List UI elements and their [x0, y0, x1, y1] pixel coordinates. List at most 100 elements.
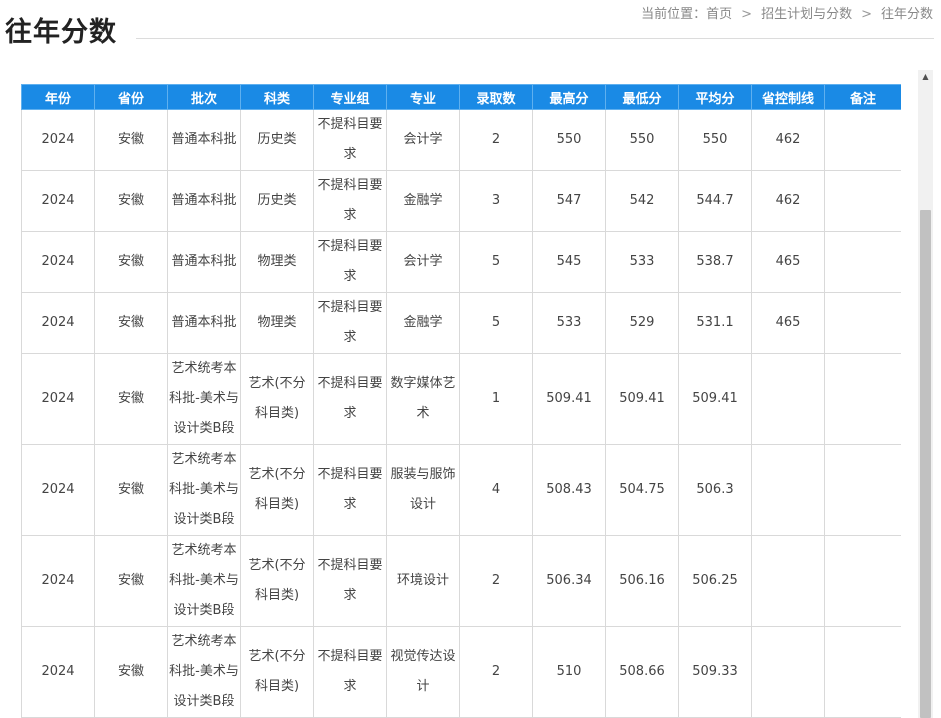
cell-remarks	[824, 444, 901, 536]
cell-min-score: 542	[605, 170, 679, 232]
cell-control-line: 462	[751, 170, 825, 232]
cell-avg-score: 506.3	[678, 444, 752, 536]
cell-major-group: 不提科目要求	[313, 109, 387, 171]
header-province: 省份	[94, 84, 168, 110]
cell-max-score: 509.41	[532, 353, 606, 445]
scrollbar-thumb[interactable]	[920, 210, 931, 718]
cell-major-group: 不提科目要求	[313, 353, 387, 445]
cell-province: 安徽	[94, 535, 168, 627]
cell-major-group: 不提科目要求	[313, 170, 387, 232]
cell-batch: 艺术统考本科批-美术与设计类B段	[167, 444, 241, 536]
cell-min-score: 550	[605, 109, 679, 171]
cell-avg-score: 550	[678, 109, 752, 171]
cell-remarks	[824, 170, 901, 232]
cell-category: 物理类	[240, 292, 314, 354]
breadcrumb-link-home[interactable]: 首页	[706, 7, 732, 22]
cell-min-score: 509.41	[605, 353, 679, 445]
cell-control-line	[751, 626, 825, 718]
cell-max-score: 545	[532, 231, 606, 293]
cell-province: 安徽	[94, 170, 168, 232]
breadcrumb: 当前位置：首页 > 招生计划与分数 > 往年分数	[641, 6, 933, 24]
cell-admitted-count: 4	[459, 444, 533, 536]
cell-year: 2024	[21, 170, 95, 232]
cell-category: 历史类	[240, 170, 314, 232]
cell-batch: 普通本科批	[167, 231, 241, 293]
cell-major: 环境设计	[386, 535, 460, 627]
table-row: 2024 安徽 艺术统考本科批-美术与设计类B段 艺术(不分科目类) 不提科目要…	[21, 444, 901, 536]
cell-avg-score: 509.33	[678, 626, 752, 718]
table-header-row: 年份 省份 批次 科类 专业组 专业 录取数 最高分 最低分 平均分 省控制线 …	[21, 84, 901, 110]
scores-table-container: 年份 省份 批次 科类 专业组 专业 录取数 最高分 最低分 平均分 省控制线 …	[21, 84, 901, 718]
table-row: 2024 安徽 普通本科批 物理类 不提科目要求 会计学 5 545 533 5…	[21, 231, 901, 293]
cell-avg-score: 544.7	[678, 170, 752, 232]
cell-control-line	[751, 444, 825, 536]
cell-province: 安徽	[94, 626, 168, 718]
breadcrumb-current: 往年分数	[880, 7, 933, 22]
header-category: 科类	[240, 84, 314, 110]
cell-year: 2024	[21, 353, 95, 445]
cell-admitted-count: 5	[459, 292, 533, 354]
cell-batch: 普通本科批	[167, 292, 241, 354]
header-min-score: 最低分	[605, 84, 679, 110]
cell-year: 2024	[21, 444, 95, 536]
cell-avg-score: 538.7	[678, 231, 752, 293]
header-major-group: 专业组	[313, 84, 387, 110]
breadcrumb-separator: >	[861, 7, 872, 22]
cell-avg-score: 506.25	[678, 535, 752, 627]
header-admitted-count: 录取数	[459, 84, 533, 110]
cell-admitted-count: 5	[459, 231, 533, 293]
header-major: 专业	[386, 84, 460, 110]
cell-major: 服装与服饰设计	[386, 444, 460, 536]
cell-avg-score: 509.41	[678, 353, 752, 445]
arrow-up-icon[interactable]: ▲	[918, 70, 933, 84]
scores-table: 年份 省份 批次 科类 专业组 专业 录取数 最高分 最低分 平均分 省控制线 …	[21, 84, 901, 718]
cell-remarks	[824, 292, 901, 354]
cell-min-score: 529	[605, 292, 679, 354]
table-row: 2024 安徽 普通本科批 历史类 不提科目要求 会计学 2 550 550 5…	[21, 109, 901, 171]
cell-province: 安徽	[94, 231, 168, 293]
cell-major-group: 不提科目要求	[313, 444, 387, 536]
cell-year: 2024	[21, 292, 95, 354]
header-control-line: 省控制线	[751, 84, 825, 110]
cell-major-group: 不提科目要求	[313, 231, 387, 293]
cell-min-score: 533	[605, 231, 679, 293]
cell-remarks	[824, 231, 901, 293]
cell-max-score: 506.34	[532, 535, 606, 627]
breadcrumb-link-admission-plan[interactable]: 招生计划与分数	[761, 7, 852, 22]
cell-control-line: 465	[751, 231, 825, 293]
cell-avg-score: 531.1	[678, 292, 752, 354]
cell-admitted-count: 1	[459, 353, 533, 445]
table-row: 2024 安徽 普通本科批 历史类 不提科目要求 金融学 3 547 542 5…	[21, 170, 901, 232]
table-row: 2024 安徽 艺术统考本科批-美术与设计类B段 艺术(不分科目类) 不提科目要…	[21, 353, 901, 445]
cell-min-score: 504.75	[605, 444, 679, 536]
cell-remarks	[824, 353, 901, 445]
cell-province: 安徽	[94, 292, 168, 354]
cell-admitted-count: 2	[459, 626, 533, 718]
cell-batch: 艺术统考本科批-美术与设计类B段	[167, 626, 241, 718]
cell-control-line: 465	[751, 292, 825, 354]
cell-max-score: 547	[532, 170, 606, 232]
cell-min-score: 508.66	[605, 626, 679, 718]
header-year: 年份	[21, 84, 95, 110]
cell-major: 视觉传达设计	[386, 626, 460, 718]
cell-remarks	[824, 626, 901, 718]
title-divider	[136, 38, 934, 39]
cell-batch: 普通本科批	[167, 170, 241, 232]
cell-max-score: 533	[532, 292, 606, 354]
cell-major-group: 不提科目要求	[313, 626, 387, 718]
cell-batch: 艺术统考本科批-美术与设计类B段	[167, 535, 241, 627]
cell-category: 艺术(不分科目类)	[240, 535, 314, 627]
cell-min-score: 506.16	[605, 535, 679, 627]
table-row: 2024 安徽 普通本科批 物理类 不提科目要求 金融学 5 533 529 5…	[21, 292, 901, 354]
cell-category: 艺术(不分科目类)	[240, 626, 314, 718]
header-batch: 批次	[167, 84, 241, 110]
cell-major: 会计学	[386, 231, 460, 293]
cell-major-group: 不提科目要求	[313, 292, 387, 354]
cell-max-score: 508.43	[532, 444, 606, 536]
table-row: 2024 安徽 艺术统考本科批-美术与设计类B段 艺术(不分科目类) 不提科目要…	[21, 626, 901, 718]
cell-admitted-count: 2	[459, 109, 533, 171]
cell-admitted-count: 3	[459, 170, 533, 232]
vertical-scrollbar[interactable]: ▲	[918, 70, 933, 718]
cell-max-score: 510	[532, 626, 606, 718]
cell-major-group: 不提科目要求	[313, 535, 387, 627]
